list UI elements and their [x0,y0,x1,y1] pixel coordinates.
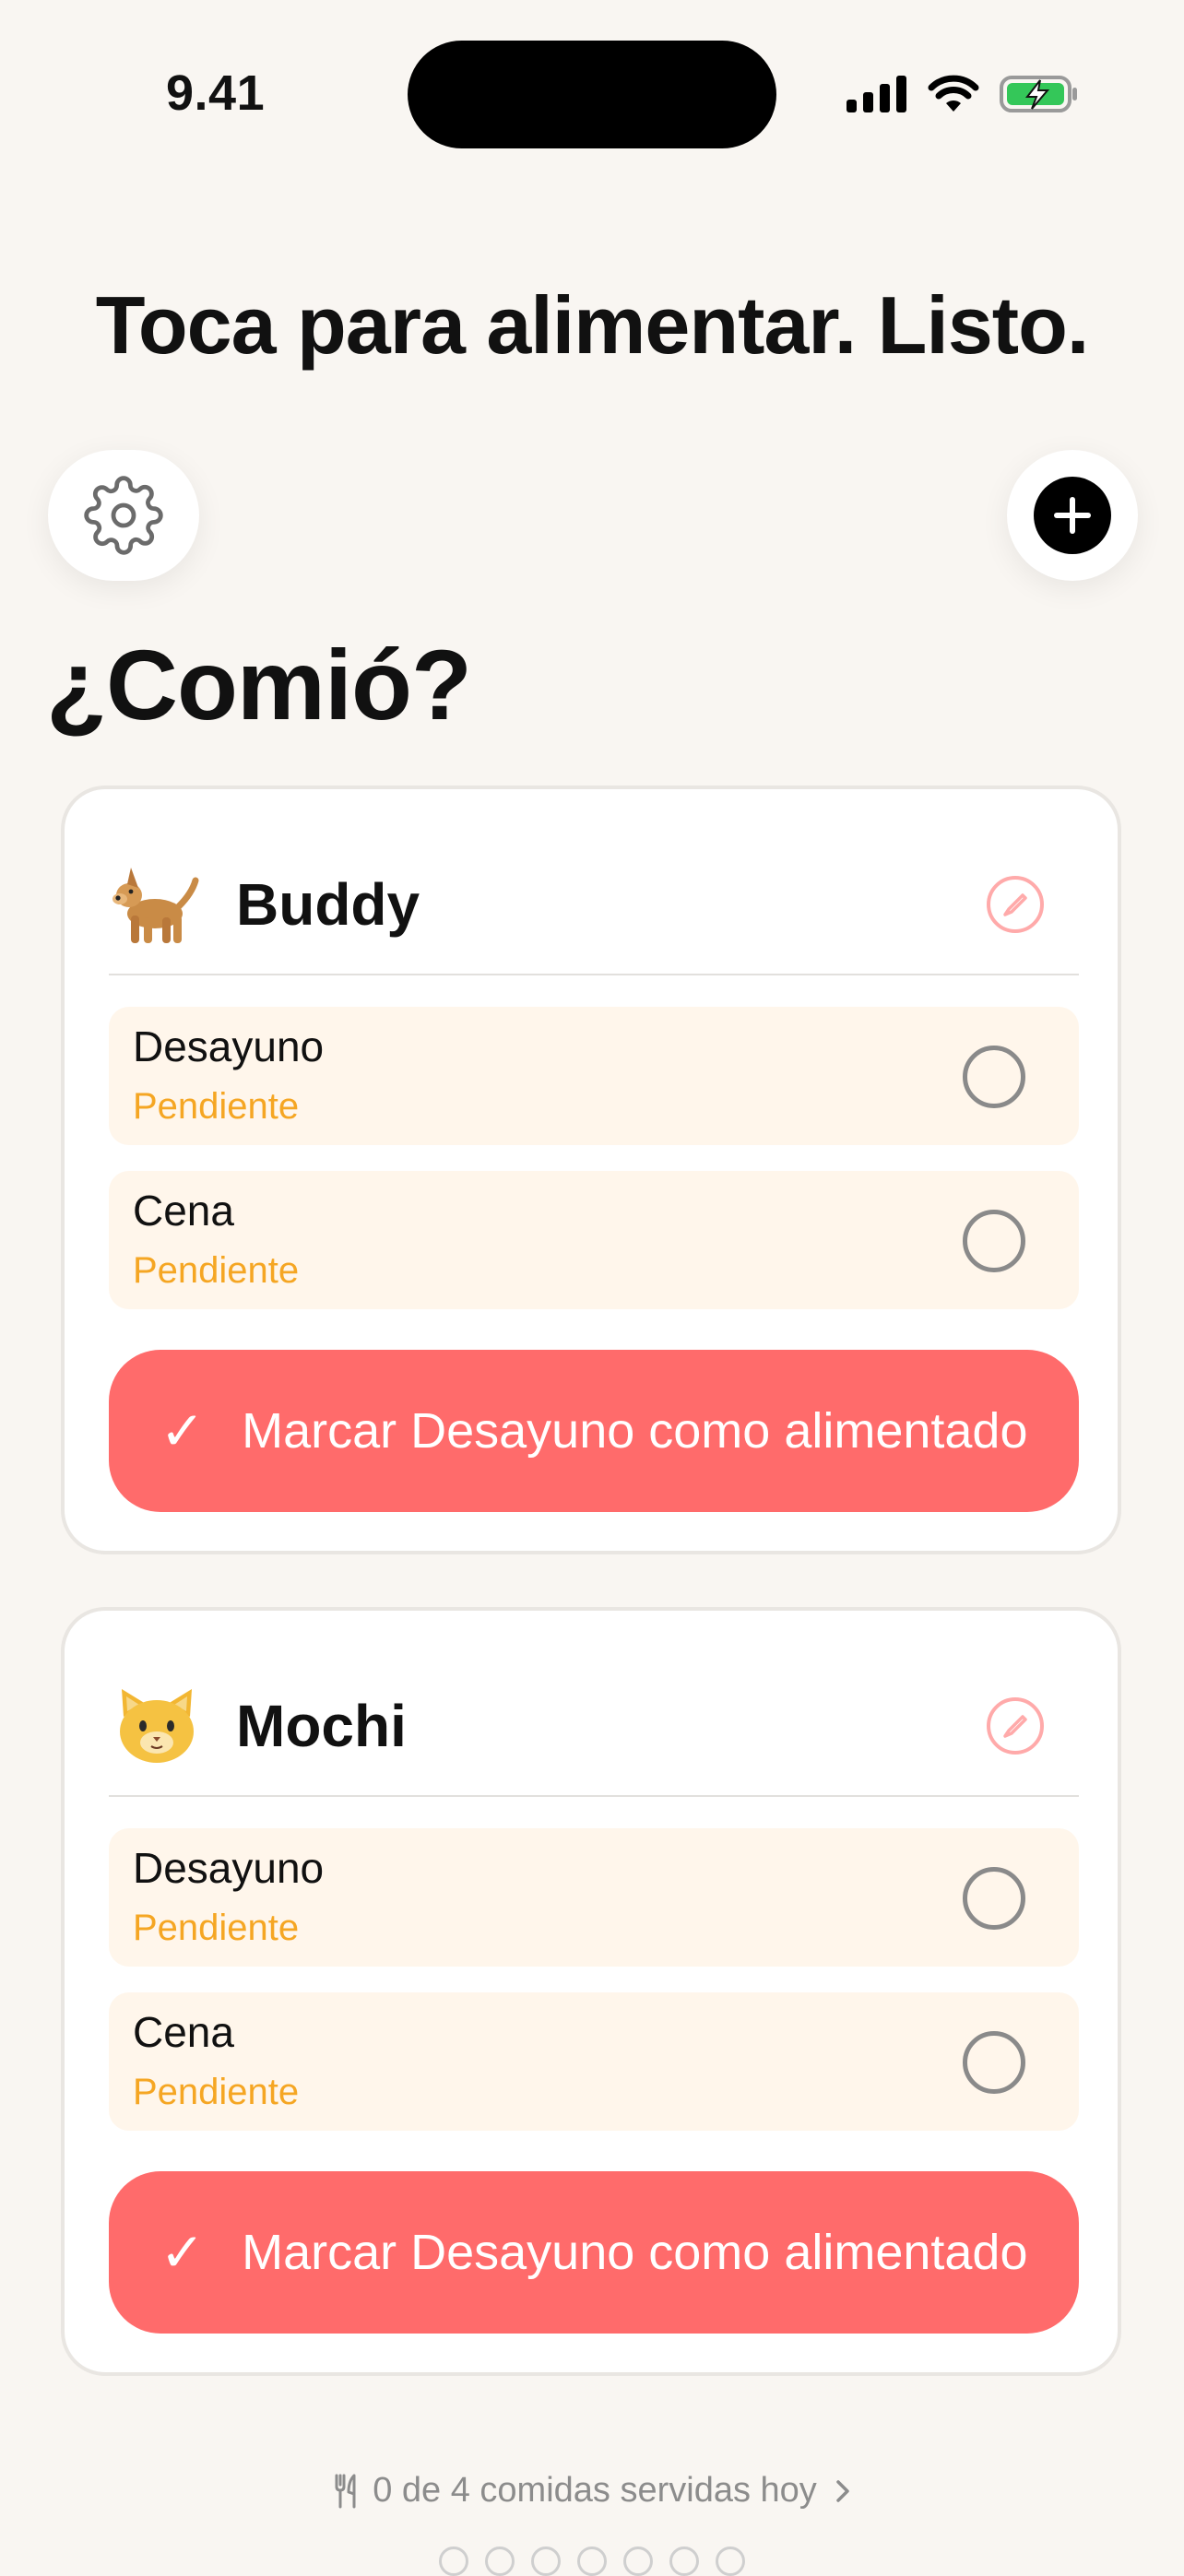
add-pet-button[interactable] [1007,450,1138,581]
meal-name: Cena [133,2008,234,2056]
pet-name: Buddy [236,871,420,938]
checkmark-icon: ✓ [160,2221,206,2284]
gear-icon [84,476,163,555]
status-icons [847,72,1079,116]
page-dot[interactable] [485,2546,515,2576]
meal-status: Pendiente [133,2072,300,2112]
page-dot[interactable] [531,2546,561,2576]
plus-circle-icon [1034,477,1111,554]
page-dot[interactable] [577,2546,607,2576]
mark-fed-label: Marcar Desayuno como alimentado [242,2225,1028,2280]
meals-summary-link[interactable]: 0 de 4 comidas servidas hoy [0,2471,1184,2511]
meal-row[interactable]: Cena Pendiente [109,1992,1079,2131]
meal-row[interactable]: Desayuno Pendiente [109,1007,1079,1145]
wifi-icon [928,75,979,112]
meal-status: Pendiente [133,1908,300,1948]
cellular-signal-icon [847,76,906,112]
meal-name: Cena [133,1187,234,1235]
edit-pencil-icon[interactable] [985,1696,1046,1756]
status-time: 9.41 [166,65,266,121]
page-dot[interactable] [669,2546,699,2576]
mark-fed-button[interactable]: ✓ Marcar Desayuno como alimentado [109,2171,1079,2334]
page-dot[interactable] [716,2546,745,2576]
dynamic-island [408,41,776,148]
card-divider [109,974,1079,975]
pet-card-buddy: Buddy Desayuno Pendiente Cena Pendiente … [61,786,1121,1554]
card-divider [109,1795,1079,1797]
pet-card-header: Mochi [111,1666,1079,1786]
meal-checkbox[interactable] [963,1210,1025,1272]
mark-fed-button[interactable]: ✓ Marcar Desayuno como alimentado [109,1350,1079,1512]
meal-name: Desayuno [133,1844,325,1892]
meal-row[interactable]: Cena Pendiente [109,1171,1079,1309]
pet-name: Mochi [236,1693,407,1759]
meal-checkbox[interactable] [963,2031,1025,2094]
meals-summary-text: 0 de 4 comidas servidas hoy [373,2471,817,2510]
meal-row[interactable]: Desayuno Pendiente [109,1828,1079,1967]
checkmark-icon: ✓ [160,1400,206,1462]
meal-checkbox[interactable] [963,1046,1025,1108]
page-indicator [0,2546,1184,2576]
mark-fed-label: Marcar Desayuno como alimentado [242,1403,1028,1459]
page-dot[interactable] [623,2546,653,2576]
fork-knife-icon [335,2474,356,2508]
meal-name: Desayuno [133,1022,325,1070]
edit-pencil-icon[interactable] [985,874,1046,935]
cat-emoji-icon [111,1680,203,1772]
pet-card-header: Buddy [111,845,1079,964]
section-title: ¿Comió? [46,629,472,740]
pet-card-mochi: Mochi Desayuno Pendiente Cena Pendiente … [61,1607,1121,2376]
status-bar: 9.41 [0,0,1184,184]
chevron-right-icon [836,2479,849,2502]
meal-status: Pendiente [133,1250,300,1291]
dog-emoji-icon [111,858,203,951]
page-dot[interactable] [439,2546,468,2576]
settings-button[interactable] [48,450,199,581]
battery-charging-icon [1000,76,1077,112]
meal-checkbox[interactable] [963,1867,1025,1930]
meal-status: Pendiente [133,1086,300,1127]
headline: Toca para alimentar. Listo. [95,279,1090,371]
